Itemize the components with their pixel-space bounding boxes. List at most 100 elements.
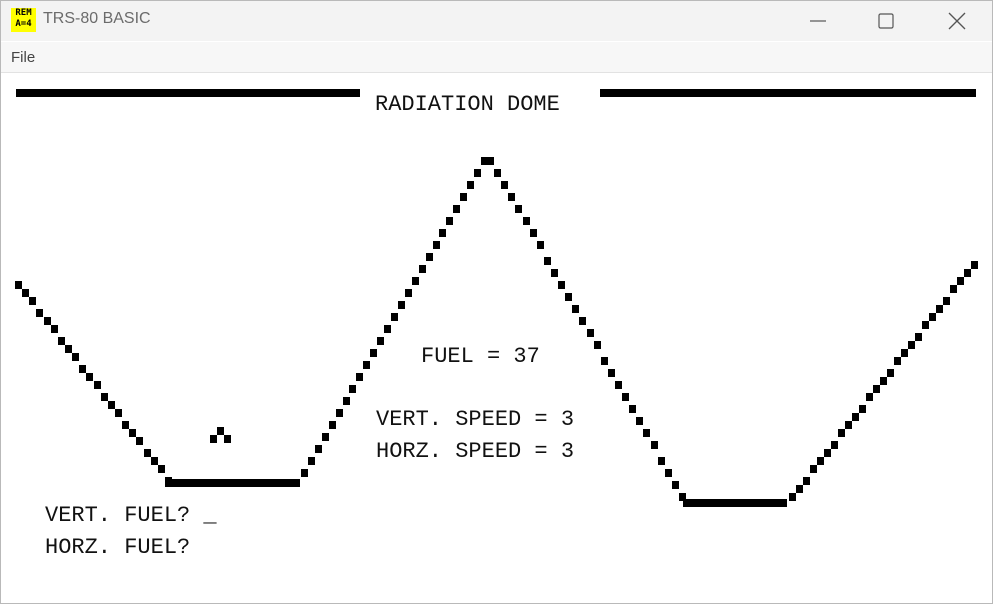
terrain-block [315,445,322,453]
terrain-block [579,317,586,325]
terrain-block [363,361,370,369]
app-window: REM A=4 TRS-80 BASIC File RADIATION DOME… [0,0,993,604]
terrain-block [971,261,978,269]
terrain-block [929,313,936,321]
terrain-block [572,305,579,313]
terrain-block [467,181,474,189]
top-bar-left [16,89,360,97]
terrain-block [615,381,622,389]
terrain-block [796,485,803,493]
terrain-block [94,381,101,389]
app-icon-line-1: REM [15,8,32,18]
lander-block [217,427,224,435]
terrain-block [880,377,887,385]
terrain-block [129,429,136,437]
terrain-block [44,317,51,325]
minimize-icon [810,20,826,22]
title-bar: REM A=4 TRS-80 BASIC [1,1,992,41]
lander-block [210,435,217,443]
menu-file[interactable]: File [11,49,35,66]
terrain-block [86,373,93,381]
terrain-block [544,257,551,265]
terrain-block [523,217,530,225]
terrain-block [608,369,615,377]
terrain-block [789,493,796,501]
terrain-block [845,421,852,429]
terrain-block [15,281,22,289]
terrain-block [530,229,537,237]
vert-fuel-prompt: VERT. FUEL? _ [45,503,217,528]
terrain-block [817,457,824,465]
terrain-block [115,409,122,417]
terrain-block [950,285,957,293]
terrain-block [336,409,343,417]
terrain-block [515,205,522,213]
close-icon [948,12,966,30]
terrain-block [908,341,915,349]
terrain-block [803,477,810,485]
terrain-block [936,305,943,313]
terrain-block [426,253,433,261]
terrain-block [151,457,158,465]
app-icon-line-2: A=4 [15,19,32,29]
terrain-block [144,449,151,457]
terrain-block [494,169,501,177]
terrain-block [831,441,838,449]
terrain-block [943,297,950,305]
terrain-block [301,469,308,477]
terrain-block [551,269,558,277]
terrain-block [329,421,336,429]
close-button[interactable] [926,1,988,41]
heading-text: RADIATION DOME [375,92,560,117]
terrain-block [587,329,594,337]
terrain-block [915,333,922,341]
terrain-block [79,365,86,373]
terrain-block [384,325,391,333]
terrain-block [901,349,908,357]
terrain-block [636,417,643,425]
terrain-block [356,373,363,381]
terrain-block [672,481,679,489]
terrain-block [433,241,440,249]
horz-fuel-prompt: HORZ. FUEL? [45,535,191,560]
terrain-block [108,401,115,409]
terrain-block [439,229,446,237]
terrain-block [122,421,129,429]
terrain-block [887,369,894,377]
terrain-block [866,393,873,401]
terrain-block [453,205,460,213]
terrain-block [101,393,108,401]
terrain-block [398,301,405,309]
terrain-block [622,393,629,401]
terrain-block [446,217,453,225]
terrain-block [859,405,866,413]
minimize-button[interactable] [787,1,849,41]
terrain-block [460,193,467,201]
landing-pad-right [683,499,787,507]
vert-speed-readout: VERT. SPEED = 3 [376,407,575,432]
terrain-block [158,465,165,473]
terrain-block [22,289,29,297]
terrain-block [601,357,608,365]
terrain-block [481,157,488,165]
terrain-block [838,429,845,437]
terrain-block [343,397,350,405]
terrain-block [537,241,544,249]
horz-speed-readout: HORZ. SPEED = 3 [376,439,575,464]
basic-screen[interactable]: RADIATION DOME FUEL = 37 VERT. SPEED = 3… [1,73,992,603]
terrain-block [594,341,601,349]
terrain-block [370,349,377,357]
terrain-block [419,265,426,273]
menu-bar: File [1,42,992,73]
maximize-button[interactable] [855,1,917,41]
terrain-block [136,437,143,445]
terrain-block [322,433,329,441]
terrain-block [852,413,859,421]
terrain-block [810,465,817,473]
terrain-block [377,337,384,345]
terrain-block [65,345,72,353]
terrain-block [308,457,315,465]
terrain-block [629,405,636,413]
maximize-icon [878,13,894,29]
terrain-block [474,169,481,177]
